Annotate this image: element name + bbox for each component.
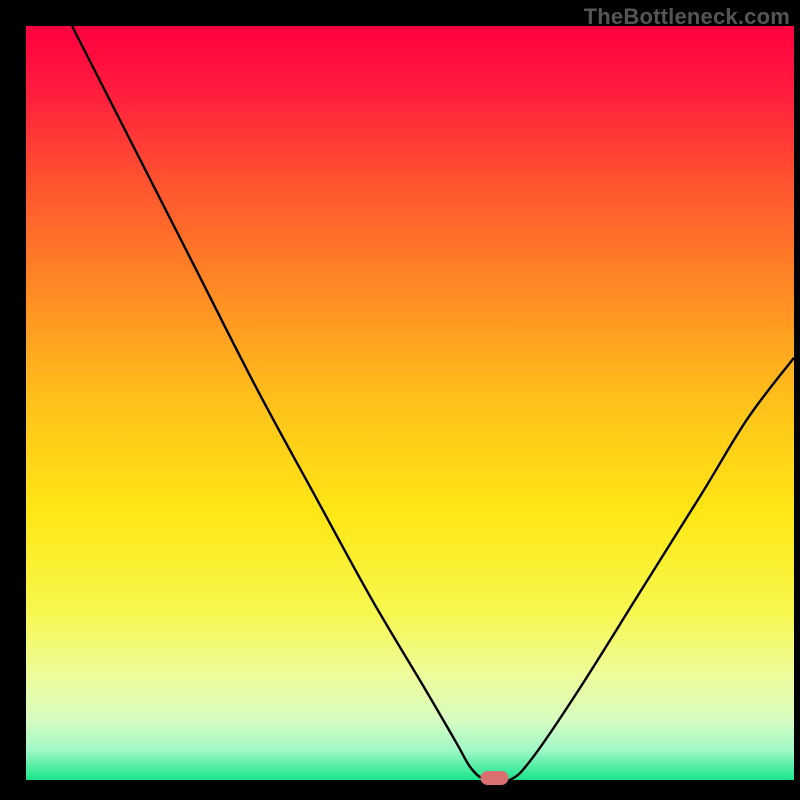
plot-area — [26, 26, 794, 780]
chart-canvas — [0, 0, 800, 800]
bottleneck-chart: TheBottleneck.com — [0, 0, 800, 800]
optimal-point-marker — [480, 771, 508, 785]
watermark: TheBottleneck.com — [584, 4, 790, 30]
